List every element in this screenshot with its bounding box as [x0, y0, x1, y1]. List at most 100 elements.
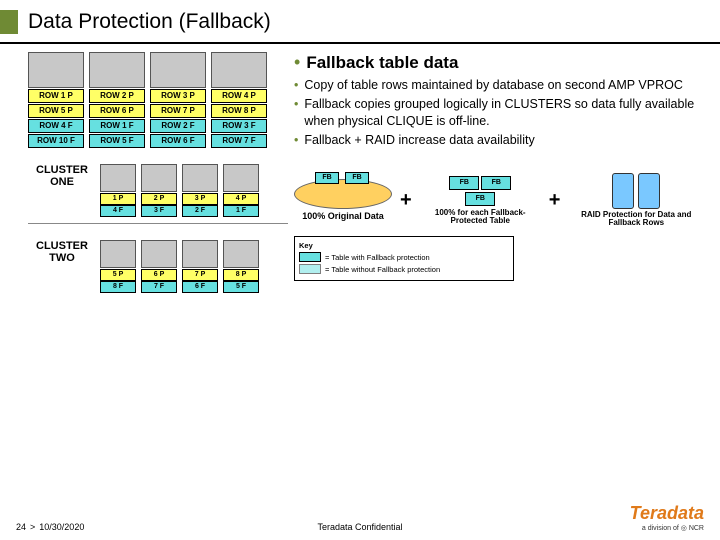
amp-cylinder-icon: [28, 52, 84, 88]
bullet-text: Fallback + RAID increase data availabili…: [304, 132, 534, 149]
mini-cell: 2 F: [182, 205, 218, 217]
key-text: = Table with Fallback protection: [325, 253, 430, 262]
mini-cell: 6 F: [182, 281, 218, 293]
footer-left: 24 > 10/30/2020: [16, 522, 84, 532]
bullet-icon: •: [294, 77, 298, 94]
cluster-column: 7 P6 F: [182, 240, 218, 293]
cluster-row: 1 P4 F2 P3 F3 P2 F4 P1 F: [100, 164, 259, 217]
bullet-item: • Fallback + RAID increase data availabil…: [294, 132, 704, 149]
key-text: = Table without Fallback protection: [325, 265, 440, 274]
cluster-label: CLUSTERONE: [28, 164, 96, 188]
bullet-icon: •: [294, 52, 300, 73]
subheading: Fallback table data: [306, 53, 458, 73]
mini-cylinder-icon: [223, 164, 259, 192]
right-column: • Fallback table data •Copy of table row…: [288, 52, 704, 293]
mini-cylinder-icon: [223, 240, 259, 268]
footer-center: Teradata Confidential: [317, 522, 402, 532]
row-cell: ROW 6 P: [89, 104, 145, 118]
fallback-caption: 100% for each Fallback-Protected Table: [420, 209, 541, 227]
row-cell: ROW 6 F: [150, 134, 206, 148]
amp-grid: ROW 1 PROW 5 PROW 4 FROW 10 FROW 2 PROW …: [28, 52, 288, 148]
row-cell: ROW 2 P: [89, 89, 145, 103]
content: ROW 1 PROW 5 PROW 4 FROW 10 FROW 2 PROW …: [0, 52, 720, 293]
row-cell: ROW 2 F: [150, 119, 206, 133]
amp-cylinder-icon: [89, 52, 145, 88]
bullet-list: • Copy of table rows maintained by databa…: [294, 77, 704, 149]
key-row: = Table with Fallback protection: [299, 252, 509, 262]
mini-cylinder-icon: [141, 164, 177, 192]
bullet-text: Fallback copies grouped logically in CLU…: [304, 96, 704, 130]
cluster-divider: [28, 223, 288, 224]
raid-caption: RAID Protection for Data and Fallback Ro…: [568, 211, 704, 229]
bullet-item: •Fallback copies grouped logically in CL…: [294, 96, 704, 130]
brand-logo: Teradata: [630, 503, 704, 524]
subheading-row: • Fallback table data: [294, 52, 704, 73]
original-data-label: 100% Original Data: [294, 211, 392, 221]
mini-cell: 6 P: [141, 269, 177, 281]
fb-cell: FB: [465, 192, 495, 206]
mini-cell: 8 P: [223, 269, 259, 281]
mini-cylinder-icon: [182, 240, 218, 268]
amp-column: ROW 1 PROW 5 PROW 4 FROW 10 F: [28, 52, 84, 148]
cluster-block: CLUSTERONE1 P4 F2 P3 F3 P2 F4 P1 F: [28, 164, 288, 217]
fb-tag: FB: [315, 172, 339, 184]
row-cell: ROW 5 P: [28, 104, 84, 118]
fallback-stack: FB FB FB 100% for each Fallback-Protecte…: [420, 175, 541, 227]
mini-cylinder-icon: [100, 240, 136, 268]
bullet-text: Copy of table rows maintained by databas…: [304, 77, 682, 94]
row-cell: ROW 5 F: [89, 134, 145, 148]
mini-cell: 3 P: [182, 193, 218, 205]
mini-cell: 4 P: [223, 193, 259, 205]
row-cell: ROW 7 F: [211, 134, 267, 148]
cluster-diagrams: CLUSTERONE1 P4 F2 P3 F3 P2 F4 P1 FCLUSTE…: [28, 164, 288, 293]
row-cell: ROW 3 P: [150, 89, 206, 103]
fb-cell: FB: [449, 176, 479, 190]
footer-date: 10/30/2020: [39, 522, 84, 532]
brand-subtext: a division of ◎ NCR: [630, 524, 704, 532]
cluster-column: 1 P4 F: [100, 164, 136, 217]
plus-icon: +: [549, 189, 561, 212]
key-row: = Table without Fallback protection: [299, 264, 509, 274]
row-cell: ROW 3 F: [211, 119, 267, 133]
footer: 24 > 10/30/2020 Teradata Confidential Te…: [16, 503, 704, 532]
bullet-icon: •: [294, 96, 298, 130]
mini-cell: 8 F: [100, 281, 136, 293]
raid-cylinder-icon: [612, 173, 634, 209]
fallback-diagram: FB FB 100% Original Data + FB FB FB 100%…: [294, 173, 704, 229]
row-cell: ROW 7 P: [150, 104, 206, 118]
title-bar: Data Protection (Fallback): [0, 0, 720, 38]
cluster-row: 5 P8 F6 P7 F7 P6 F8 P5 F: [100, 240, 259, 293]
title-rule: [0, 42, 720, 44]
key-box: Key = Table with Fallback protection = T…: [294, 236, 514, 281]
row-cell: ROW 8 P: [211, 104, 267, 118]
footer-sep: >: [30, 522, 35, 532]
mini-cylinder-icon: [100, 164, 136, 192]
fb-cell: FB: [481, 176, 511, 190]
mini-cell: 1 P: [100, 193, 136, 205]
slide-title: Data Protection (Fallback): [28, 10, 271, 34]
raid-cylinder-icon: [638, 173, 660, 209]
cluster-column: 8 P5 F: [223, 240, 259, 293]
mini-cylinder-icon: [141, 240, 177, 268]
original-data-block: FB FB 100% Original Data: [294, 179, 392, 221]
mini-cell: 4 F: [100, 205, 136, 217]
cluster-column: 4 P1 F: [223, 164, 259, 217]
mini-cell: 7 P: [182, 269, 218, 281]
swatch-fb-icon: [299, 252, 321, 262]
swatch-nofb-icon: [299, 264, 321, 274]
raid-stack: RAID Protection for Data and Fallback Ro…: [568, 173, 704, 229]
amp-column: ROW 3 PROW 7 PROW 2 FROW 6 F: [150, 52, 206, 148]
mini-cell: 5 F: [223, 281, 259, 293]
amp-column: ROW 4 PROW 8 PROW 3 FROW 7 F: [211, 52, 267, 148]
row-cell: ROW 1 P: [28, 89, 84, 103]
bullet-icon: •: [294, 132, 298, 149]
cluster-column: 6 P7 F: [141, 240, 177, 293]
amp-column: ROW 2 PROW 6 PROW 1 FROW 5 F: [89, 52, 145, 148]
row-cell: ROW 4 P: [211, 89, 267, 103]
amp-cylinder-icon: [150, 52, 206, 88]
cluster-column: 3 P2 F: [182, 164, 218, 217]
mini-cell: 7 F: [141, 281, 177, 293]
mini-cylinder-icon: [182, 164, 218, 192]
row-cell: ROW 10 F: [28, 134, 84, 148]
cluster-block: CLUSTERTWO5 P8 F6 P7 F7 P6 F8 P5 F: [28, 240, 288, 293]
